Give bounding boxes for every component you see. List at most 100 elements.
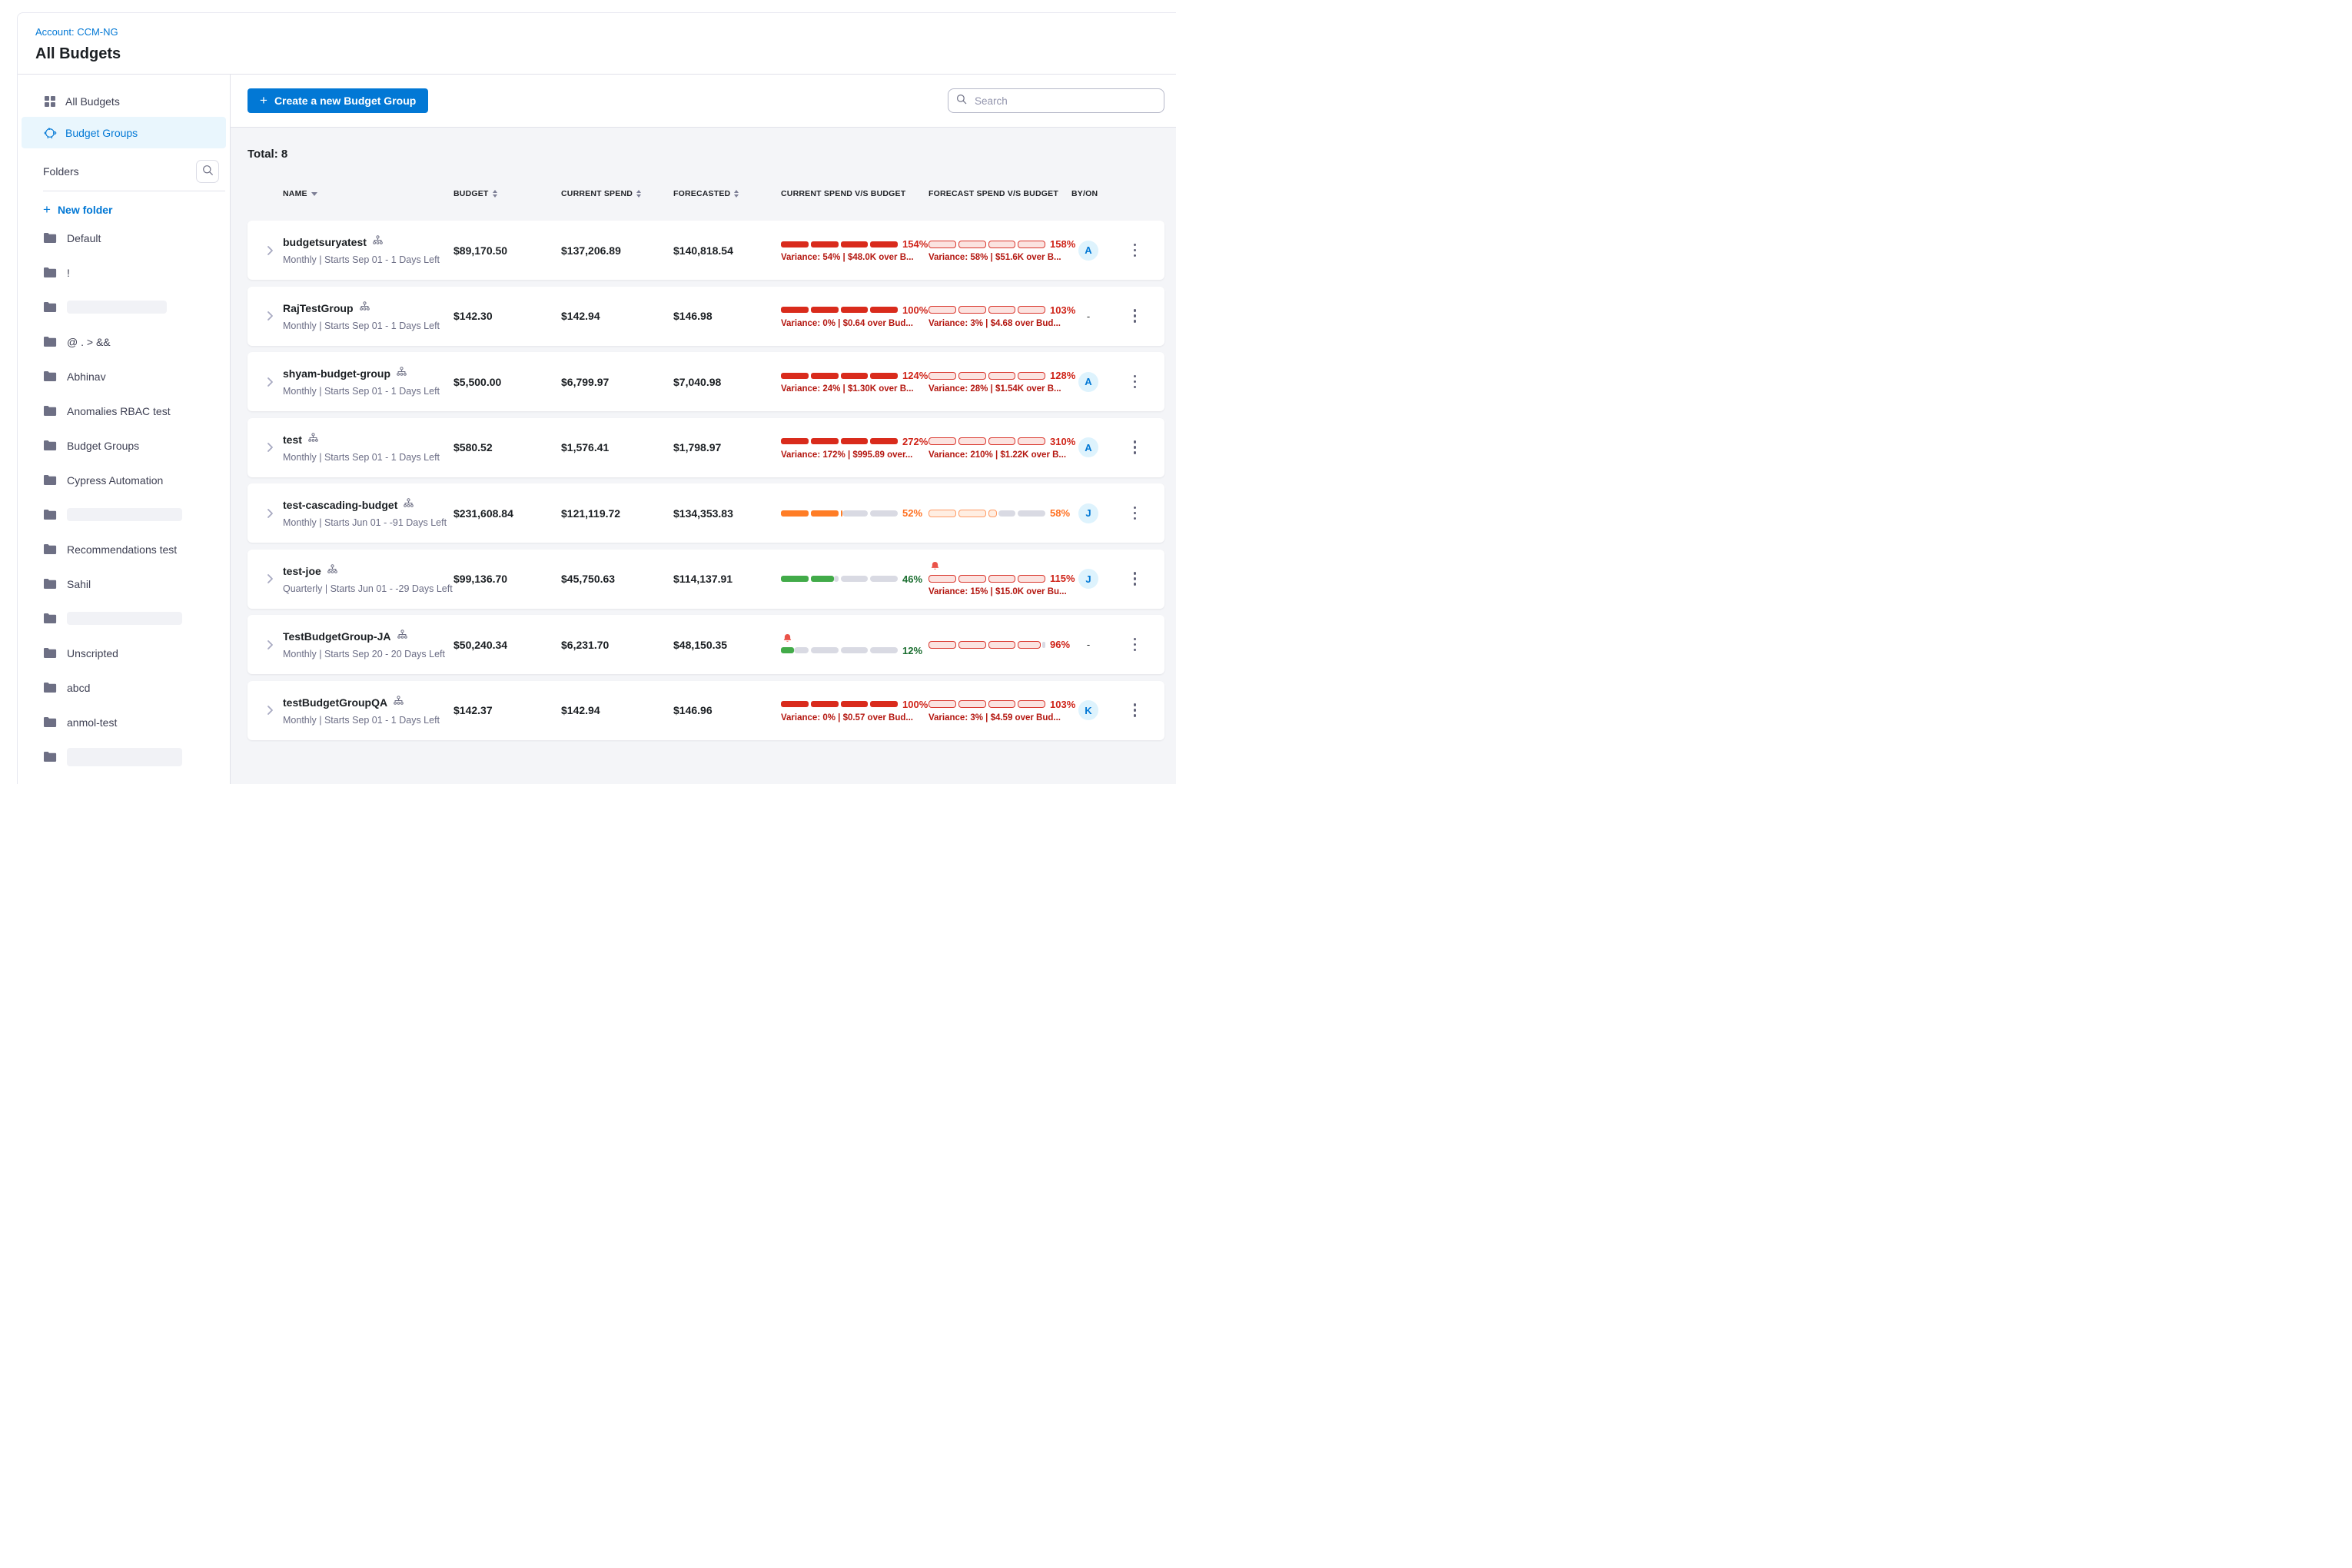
folder-item-loading — [18, 497, 230, 532]
current-spend-cell: 12% — [781, 633, 929, 656]
folder-name: ! — [67, 267, 70, 279]
column-header-budget[interactable]: BUDGET — [453, 189, 561, 198]
variance-text: Variance: 3% | $4.68 over Bud... — [929, 319, 1061, 328]
row-menu-kebab-icon[interactable] — [1131, 635, 1140, 655]
table-row[interactable]: test-joeQuarterly | Starts Jun 01 - -29 … — [247, 550, 1164, 609]
forecast-spend-bar: 103% — [929, 304, 1075, 316]
progress-fill — [811, 307, 839, 313]
progress-fill — [781, 307, 809, 313]
progress-fill — [781, 241, 809, 247]
folder-item-default[interactable]: Default — [18, 221, 230, 255]
folder-item-recommendations-test[interactable]: Recommendations test — [18, 532, 230, 566]
table-row[interactable]: testMonthly | Starts Sep 01 - 1 Days Lef… — [247, 418, 1164, 477]
folder-item-anmol-test[interactable]: anmol-test — [18, 705, 230, 739]
folder-search-button[interactable] — [196, 160, 219, 183]
progress-fill — [870, 241, 898, 247]
loading-skeleton — [67, 508, 182, 521]
search-input[interactable] — [973, 95, 1156, 108]
progress-fill — [1018, 437, 1045, 445]
folder-icon — [43, 578, 57, 590]
row-menu-kebab-icon[interactable] — [1131, 241, 1140, 261]
progress-fill — [811, 510, 839, 517]
row-menu-kebab-icon[interactable] — [1131, 306, 1140, 326]
folder-item-item[interactable]: ! — [18, 255, 230, 290]
hierarchy-icon — [327, 564, 337, 578]
expand-chevron-icon[interactable] — [247, 573, 283, 584]
progress-remainder — [841, 576, 869, 582]
progress-track — [781, 372, 898, 380]
budget-value: $142.37 — [453, 704, 561, 716]
folder-icon — [43, 647, 57, 659]
expand-chevron-icon[interactable] — [247, 639, 283, 650]
column-header-forecasted[interactable]: FORECASTED — [673, 189, 781, 198]
folder-item-abhinav[interactable]: Abhinav — [18, 359, 230, 394]
expand-chevron-icon[interactable] — [247, 508, 283, 519]
progress-fill — [841, 701, 869, 707]
folders-title: Folders — [43, 165, 79, 178]
forecasted-value: $146.98 — [673, 310, 781, 322]
create-budget-group-label: Create a new Budget Group — [274, 95, 416, 107]
folder-item-anomalies-rbac-test[interactable]: Anomalies RBAC test — [18, 394, 230, 428]
budget-value: $5,500.00 — [453, 376, 561, 388]
expand-chevron-icon[interactable] — [247, 705, 283, 716]
new-folder-button[interactable]: + New folder — [18, 191, 230, 221]
row-menu-kebab-icon[interactable] — [1131, 372, 1140, 392]
column-header-current-spend[interactable]: CURRENT SPEND — [561, 189, 673, 198]
budget-groups-panel: Total: 8 NAMEBUDGETCURRENT SPENDFORECAST… — [231, 128, 1176, 784]
table-row[interactable]: TestBudgetGroup-JAMonthly | Starts Sep 2… — [247, 615, 1164, 674]
folder-item-cypress-automation[interactable]: Cypress Automation — [18, 463, 230, 497]
create-budget-group-button[interactable]: + Create a new Budget Group — [247, 88, 428, 113]
table-row[interactable]: shyam-budget-groupMonthly | Starts Sep 0… — [247, 352, 1164, 411]
folder-icon — [43, 336, 57, 347]
folder-item-budget-groups[interactable]: Budget Groups — [18, 428, 230, 463]
progress-fill — [929, 510, 956, 517]
variance-text: Variance: 24% | $1.30K over B... — [781, 384, 914, 394]
table-row[interactable]: RajTestGroupMonthly | Starts Sep 01 - 1 … — [247, 287, 1164, 346]
folder-item-unscripted[interactable]: Unscripted — [18, 636, 230, 670]
budget-group-name: testBudgetGroupQA — [283, 696, 387, 709]
expand-chevron-icon[interactable] — [247, 245, 283, 256]
progress-remainder — [1018, 510, 1045, 517]
current-spend-cell: 124% Variance: 24% | $1.30K over B... — [781, 370, 929, 394]
account-breadcrumb[interactable]: Account: CCM-NG — [35, 26, 118, 38]
row-menu-kebab-icon[interactable] — [1131, 437, 1140, 457]
table-row[interactable]: test-cascading-budgetMonthly | Starts Ju… — [247, 483, 1164, 543]
table-row[interactable]: budgetsuryatestMonthly | Starts Sep 01 -… — [247, 221, 1164, 280]
folder-item-item[interactable]: @ . > && — [18, 324, 230, 359]
folder-item-sahil[interactable]: Sahil — [18, 566, 230, 601]
sort-desc-icon — [311, 192, 317, 196]
percentage-label: 124% — [902, 370, 928, 381]
expand-chevron-icon[interactable] — [247, 311, 283, 321]
budget-group-name: test-joe — [283, 565, 321, 577]
progress-track — [929, 241, 1045, 248]
row-menu-kebab-icon[interactable] — [1131, 700, 1140, 720]
folders-header: Folders — [18, 148, 230, 191]
search-icon — [956, 94, 967, 108]
search-box — [948, 88, 1164, 113]
table-rows: budgetsuryatestMonthly | Starts Sep 01 -… — [247, 221, 1164, 740]
percentage-label: 46% — [902, 573, 922, 585]
sidebar-item-budget-groups[interactable]: Budget Groups — [22, 117, 226, 148]
row-menu-kebab-icon[interactable] — [1131, 503, 1140, 523]
column-header-name[interactable]: NAME — [283, 189, 453, 198]
folder-item-abcd[interactable]: abcd — [18, 670, 230, 705]
sidebar-item-all-budgets[interactable]: All Budgets — [22, 85, 226, 117]
progress-fill — [841, 373, 869, 379]
progress-fill — [988, 241, 1016, 248]
progress-remainder — [870, 576, 898, 582]
by-on-empty: - — [1087, 639, 1090, 650]
progress-fill — [929, 641, 956, 649]
expand-chevron-icon[interactable] — [247, 442, 283, 453]
table-row[interactable]: testBudgetGroupQAMonthly | Starts Sep 01… — [247, 681, 1164, 740]
progress-track — [781, 510, 898, 517]
progress-track — [781, 241, 898, 248]
row-menu-kebab-icon[interactable] — [1131, 569, 1140, 589]
column-header-label: BUDGET — [453, 189, 489, 198]
avatar: K — [1078, 700, 1098, 720]
folder-item-loading — [18, 739, 230, 774]
progress-fill — [988, 575, 1016, 583]
page-body: All BudgetsBudget Groups Folders + New f… — [18, 75, 1176, 784]
expand-chevron-icon[interactable] — [247, 377, 283, 387]
by-on-cell: - — [1071, 639, 1105, 650]
forecast-spend-cell: 103%Variance: 3% | $4.59 over Bud... — [929, 699, 1071, 723]
